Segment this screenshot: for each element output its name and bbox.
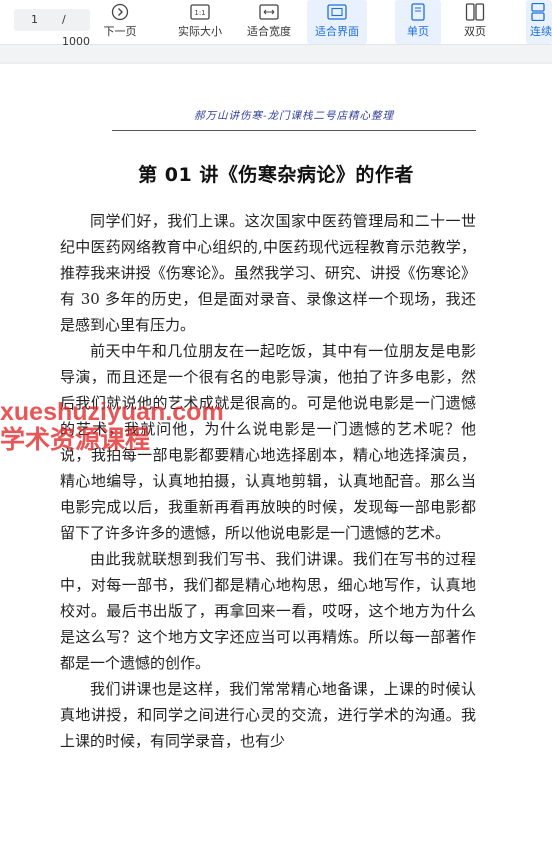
paragraph: 由此我就联想到我们写书、我们讲课。我们在写书的过程中，对每一部书，我们都是精心地…: [60, 550, 476, 672]
single-page-icon: [410, 3, 426, 21]
fit-width-button[interactable]: 适合宽度: [239, 0, 299, 44]
fit-width-label: 适合宽度: [247, 25, 291, 38]
fit-page-button[interactable]: 适合界面: [307, 0, 367, 44]
total-page-count: / 1000: [62, 13, 90, 48]
double-page-label: 双页: [464, 25, 486, 38]
actual-size-label: 实际大小: [178, 25, 222, 38]
next-page-button[interactable]: 下一页: [98, 0, 142, 44]
actual-size-button[interactable]: 1:1 实际大小: [170, 0, 230, 44]
current-page-number[interactable]: 1: [31, 9, 38, 31]
double-page-icon: [465, 3, 485, 21]
next-page-label: 下一页: [103, 25, 137, 38]
chevron-right-circle-icon: [111, 3, 129, 21]
continuous-page-label: 连续: [530, 25, 552, 38]
double-page-button[interactable]: 双页: [452, 0, 498, 44]
actual-size-icon: 1:1: [190, 3, 210, 21]
fit-width-icon: [259, 3, 279, 21]
paragraph: 同学们好，我们上课。这次国家中医药管理局和二十一世纪中医药网络教育中心组织的,中…: [60, 212, 476, 334]
fit-page-label: 适合界面: [315, 25, 359, 38]
continuous-page-button[interactable]: 连续: [526, 0, 552, 44]
paragraph: 前天中午和几位朋友在一起吃饭，其中有一位朋友是电影导演，而且还是一个很有名的电影…: [60, 342, 476, 542]
body-text: 同学们好，我们上课。这次国家中医药管理局和二十一世纪中医药网络教育中心组织的,中…: [60, 208, 476, 754]
paragraph: 我们讲课也是这样，我们常常精心地备课，上课的时候认真地讲授，和同学之间进行心灵的…: [60, 680, 476, 750]
running-header: 郝万山讲伤寒-龙门课栈二号店精心整理: [193, 110, 395, 122]
fit-page-icon: [327, 3, 347, 21]
viewer-toolbar: 1 / 1000 下一页 1:1 实际大小 适合宽度 适合界面 单页 双页 连续: [0, 0, 552, 48]
svg-text:1:1: 1:1: [194, 9, 205, 17]
single-page-label: 单页: [407, 25, 429, 38]
continuous-page-icon: [530, 3, 546, 21]
single-page-button[interactable]: 单页: [395, 0, 441, 44]
chapter-title: 第 01 讲《伤寒杂病论》的作者: [138, 164, 414, 186]
page-number-field[interactable]: 1 / 1000: [14, 9, 90, 48]
document-page: 郝万山讲伤寒-龙门课栈二号店精心整理 第 01 讲《伤寒杂病论》的作者 同学们好…: [0, 64, 552, 855]
header-divider: [112, 130, 476, 131]
